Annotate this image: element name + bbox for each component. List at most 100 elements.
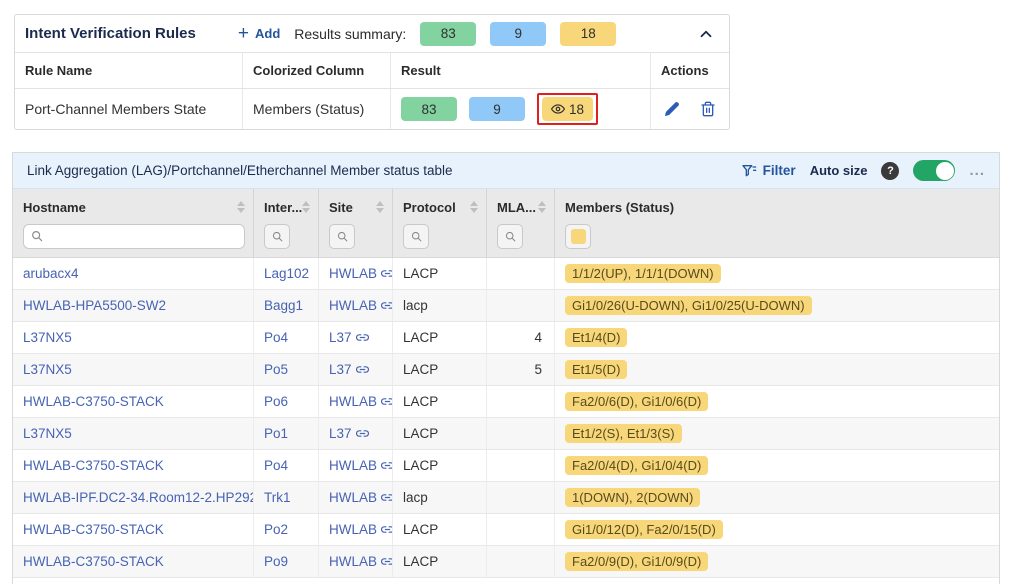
- delete-rule-button[interactable]: [700, 101, 716, 117]
- hostname-link[interactable]: L37NX5: [23, 330, 72, 345]
- site-link[interactable]: L37: [329, 362, 369, 377]
- column-protocol: Protocol: [393, 189, 487, 257]
- interface-link[interactable]: Po2: [264, 522, 288, 537]
- result-badge-yellow-eye[interactable]: 18: [542, 97, 593, 121]
- link-icon: [381, 491, 393, 504]
- members-color-filter-button[interactable]: [565, 224, 591, 249]
- protocol-cell: lacp: [393, 290, 487, 321]
- summary-badge-blue: 9: [490, 22, 546, 46]
- site-link[interactable]: HWLAB: [329, 394, 393, 409]
- hostname-link[interactable]: HWLAB-IPF.DC2-34.Room12-2.HP2920: [23, 490, 254, 505]
- link-icon: [381, 267, 393, 280]
- interface-link[interactable]: Po5: [264, 362, 288, 377]
- interface-link[interactable]: Po6: [264, 394, 288, 409]
- table-row: HWLAB-C3750-STACKPo4HWLABLACPFa2/0/4(D),…: [13, 450, 999, 482]
- mlag-cell: [487, 418, 555, 449]
- more-options-button[interactable]: ...: [969, 162, 985, 179]
- search-icon: [271, 230, 284, 243]
- interface-link[interactable]: Po4: [264, 330, 288, 345]
- mlag-cell: [487, 258, 555, 289]
- members-status-pill: Fa2/0/4(D), Gi1/0/4(D): [565, 456, 708, 475]
- site-link[interactable]: HWLAB: [329, 266, 393, 281]
- help-icon[interactable]: ?: [881, 162, 899, 180]
- table-row: HWLAB-HPA5500-SW2Bagg1HWLABlacpGi1/0/26(…: [13, 290, 999, 322]
- interface-search-button[interactable]: [264, 224, 290, 249]
- hostname-link[interactable]: HWLAB-C3750-STACK: [23, 554, 164, 569]
- interface-link[interactable]: Po4: [264, 458, 288, 473]
- autosize-label: Auto size: [810, 163, 868, 178]
- protocol-header-label: Protocol: [403, 200, 456, 215]
- members-status-pill: Et1/2(S), Et1/3(S): [565, 424, 682, 443]
- site-link[interactable]: HWLAB: [329, 298, 393, 313]
- autosize-toggle[interactable]: [913, 160, 955, 181]
- members-cell: Fa2/0/9(D), Gi1/0/9(D): [555, 546, 999, 577]
- members-status-pill: 1(DOWN), 2(DOWN): [565, 488, 700, 507]
- mlag-cell: [487, 514, 555, 545]
- members-cell: 1/1/2(UP), 1/1/1(DOWN): [555, 258, 999, 289]
- table-row: arubacx4Lag102HWLABLACP1/1/2(UP), 1/1/1(…: [13, 258, 999, 290]
- mlag-cell: [487, 482, 555, 513]
- protocol-search-button[interactable]: [403, 224, 429, 249]
- members-status-pill: Gi1/0/12(D), Fa2/0/15(D): [565, 520, 723, 539]
- result-yellow-count: 18: [569, 102, 584, 117]
- table-row: L37NX5Po1L37LACPEt1/2(S), Et1/3(S): [13, 418, 999, 450]
- members-status-pill: Fa2/0/6(D), Gi1/0/6(D): [565, 392, 708, 411]
- result-badge-green[interactable]: 83: [401, 97, 457, 121]
- members-cell: Fa2/0/6(D), Gi1/0/6(D): [555, 386, 999, 417]
- site-search-button[interactable]: [329, 224, 355, 249]
- collapse-panel-button[interactable]: [697, 25, 715, 43]
- members-status-pill: 1/1/2(UP), 1/1/1(DOWN): [565, 264, 721, 283]
- sort-icon[interactable]: [470, 201, 478, 213]
- hostname-link[interactable]: HWLAB-C3750-STACK: [23, 458, 164, 473]
- link-icon: [381, 299, 393, 312]
- mlag-cell: [487, 290, 555, 321]
- rules-table-header: Rule Name Colorized Column Result Action…: [15, 53, 729, 89]
- sort-icon[interactable]: [538, 201, 546, 213]
- site-link[interactable]: HWLAB: [329, 522, 393, 537]
- edit-rule-button[interactable]: [664, 101, 680, 117]
- sort-icon[interactable]: [302, 201, 310, 213]
- add-rule-button[interactable]: + Add: [238, 24, 280, 43]
- intent-verification-rules-panel: Intent Verification Rules + Add Results …: [14, 14, 730, 130]
- site-link[interactable]: L37: [329, 330, 369, 345]
- interface-link[interactable]: Po1: [264, 426, 288, 441]
- add-button-label: Add: [255, 26, 280, 41]
- site-link[interactable]: HWLAB: [329, 458, 393, 473]
- hostname-link[interactable]: L37NX5: [23, 426, 72, 441]
- filter-button[interactable]: Filter: [741, 163, 796, 179]
- hostname-link[interactable]: HWLAB-HPA5500-SW2: [23, 298, 166, 313]
- interface-link[interactable]: Trk1: [264, 490, 291, 505]
- members-header-label: Members (Status): [565, 200, 674, 215]
- mlag-cell: 5: [487, 354, 555, 385]
- hostname-link[interactable]: HWLAB-C3750-STACK: [23, 394, 164, 409]
- interface-link[interactable]: Po9: [264, 554, 288, 569]
- sort-icon[interactable]: [376, 201, 384, 213]
- interface-header-label: Inter...: [264, 200, 302, 215]
- mlag-cell: [487, 450, 555, 481]
- col-rule-name: Rule Name: [15, 53, 243, 88]
- sort-icon[interactable]: [237, 201, 245, 213]
- site-link[interactable]: L37: [329, 426, 369, 441]
- ellipsis-icon: ...: [969, 162, 985, 179]
- interface-link[interactable]: Lag102: [264, 266, 309, 281]
- column-mlag: MLA...: [487, 189, 555, 257]
- site-link[interactable]: HWLAB: [329, 554, 393, 569]
- site-link[interactable]: HWLAB: [329, 490, 393, 505]
- rule-name-cell: Port-Channel Members State: [15, 89, 243, 129]
- mlag-search-button[interactable]: [497, 224, 523, 249]
- hostname-link[interactable]: arubacx4: [23, 266, 79, 281]
- table-title: Link Aggregation (LAG)/Portchannel/Ether…: [27, 163, 453, 178]
- link-icon: [381, 555, 393, 568]
- table-controls: Filter Auto size ? ...: [741, 160, 985, 181]
- hostname-link[interactable]: HWLAB-C3750-STACK: [23, 522, 164, 537]
- interface-link[interactable]: Bagg1: [264, 298, 303, 313]
- table-column-headers: Hostname Inter... Site Protocol: [13, 189, 999, 258]
- hostname-link[interactable]: L37NX5: [23, 362, 72, 377]
- hostname-search-input[interactable]: [23, 224, 245, 249]
- result-badge-blue[interactable]: 9: [469, 97, 525, 121]
- filter-funnel-icon: [741, 163, 757, 179]
- trash-icon: [700, 101, 716, 117]
- col-actions: Actions: [651, 53, 729, 88]
- link-icon: [356, 363, 369, 376]
- members-cell: Et1/5(D): [555, 354, 999, 385]
